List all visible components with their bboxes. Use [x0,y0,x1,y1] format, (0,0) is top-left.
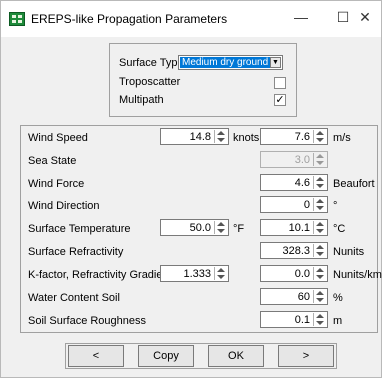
surface-temperature-c-spinner[interactable]: 10.1 [260,219,328,236]
wind-speed-knots-value: 14.8 [189,131,211,143]
app-icon [9,12,25,26]
surface-temperature-c-value: 10.1 [288,222,310,234]
troposcatter-label: Troposcatter [119,76,181,88]
surface-refractivity-value: 328.3 [282,245,310,257]
wind-speed-unit1: knots [233,132,260,144]
wind-direction-value: 0 [303,199,310,211]
spinner-arrows-icon[interactable] [214,267,227,280]
minimize-button[interactable]: — [279,1,323,35]
soil-roughness-spinner[interactable]: 0.1 [260,311,328,328]
water-content-label: Water Content Soil [28,292,120,304]
spinner-arrows-icon[interactable] [214,130,227,143]
copy-button[interactable]: Copy [138,345,194,367]
window-title: EREPS-like Propagation Parameters [31,12,228,26]
spinner-arrows-icon[interactable] [313,244,326,257]
ok-button[interactable]: OK [208,345,264,367]
wind-speed-ms-value: 7.6 [294,131,310,143]
soil-roughness-unit: m [333,315,343,327]
wind-force-label: Wind Force [28,178,85,190]
k-factor-spinner[interactable]: 1.333 [160,265,229,282]
spinner-arrows-icon[interactable] [313,267,326,280]
k-factor-label: K-factor, Refractivity Gradient [28,269,172,281]
wind-force-value: 4.6 [294,177,310,189]
troposcatter-checkbox[interactable] [274,77,286,89]
spinner-arrows-icon[interactable] [214,221,227,234]
k-factor-value: 1.333 [183,268,211,280]
surface-refractivity-label: Surface Refractivity [28,246,124,258]
spinner-arrows-icon[interactable] [313,290,326,303]
chevron-down-icon[interactable]: ▼ [270,57,281,68]
wind-force-spinner[interactable]: 4.6 [260,174,328,191]
sea-state-label: Sea State [28,155,77,167]
sea-state-spinner: 3.0 [260,151,328,168]
dialog-window: EREPS-like Propagation Parameters — ☐ ✕ … [0,0,382,378]
wind-direction-spinner[interactable]: 0 [260,196,328,213]
wind-direction-label: Wind Direction [28,200,100,212]
surface-type-value: Medium dry ground [180,57,271,68]
surface-temperature-unit1: °F [233,223,245,235]
multipath-label: Multipath [119,94,164,106]
spinner-arrows-icon[interactable] [313,130,326,143]
water-content-spinner[interactable]: 60 [260,288,328,305]
wind-speed-knots-spinner[interactable]: 14.8 [160,128,229,145]
title-bar: EREPS-like Propagation Parameters — ☐ ✕ [1,1,381,37]
surface-refractivity-spinner[interactable]: 328.3 [260,242,328,259]
water-content-unit: % [333,292,343,304]
multipath-checkbox[interactable]: ✓ [274,94,286,106]
spinner-arrows-icon[interactable] [313,221,326,234]
surface-type-select[interactable]: Medium dry ground ▼ [178,55,283,70]
wind-force-unit: Beaufort [333,178,375,190]
previous-button[interactable]: < [68,345,124,367]
next-button[interactable]: > [278,345,334,367]
spinner-arrows-icon[interactable] [313,198,326,211]
wind-speed-ms-spinner[interactable]: 7.6 [260,128,328,145]
refractivity-gradient-value: 0.0 [294,268,310,280]
wind-speed-label: Wind Speed [28,132,88,144]
surface-temperature-unit2: °C [333,223,346,235]
surface-refractivity-unit: Nunits [333,246,365,258]
surface-temperature-f-value: 50.0 [189,222,211,234]
refractivity-gradient-unit: Nunits/km [333,269,382,281]
wind-speed-unit2: m/s [333,132,351,144]
soil-roughness-value: 0.1 [294,314,310,326]
spinner-arrows-icon[interactable] [313,176,326,189]
soil-roughness-label: Soil Surface Roughness [28,315,147,327]
close-button[interactable]: ✕ [349,1,381,35]
sea-state-value: 3.0 [294,154,310,166]
surface-temperature-f-spinner[interactable]: 50.0 [160,219,229,236]
spinner-arrows-icon [313,153,326,166]
surface-type-label: Surface Type [119,57,184,69]
spinner-arrows-icon[interactable] [313,313,326,326]
surface-temperature-label: Surface Temperature [28,223,131,235]
water-content-value: 60 [297,291,310,303]
wind-direction-unit: ° [333,200,338,212]
refractivity-gradient-spinner[interactable]: 0.0 [260,265,328,282]
